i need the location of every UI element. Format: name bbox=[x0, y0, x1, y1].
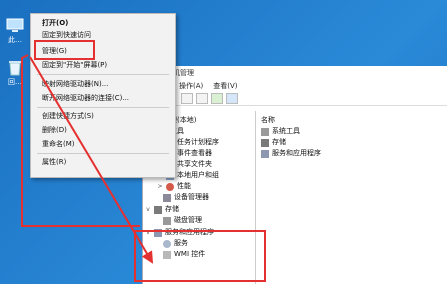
menu-item-map-drive[interactable]: 映射网络驱动器(N)... bbox=[42, 79, 108, 90]
tools-icon bbox=[261, 127, 269, 136]
tree-item-performance[interactable]: > 性能 bbox=[157, 181, 191, 192]
tree-item-device-manager[interactable]: 设备管理器 bbox=[163, 192, 209, 203]
collapse-icon[interactable]: v bbox=[145, 204, 151, 215]
services-apps-icon bbox=[261, 149, 269, 158]
forward-icon[interactable] bbox=[196, 93, 208, 104]
highlight-manage bbox=[34, 40, 95, 60]
tree-item-label: 磁盘管理 bbox=[174, 216, 202, 224]
storage-icon bbox=[261, 138, 269, 147]
storage-icon bbox=[154, 205, 162, 214]
menu-item-create-shortcut[interactable]: 创建快捷方式(S) bbox=[42, 111, 94, 122]
tree-item-label: 存储 bbox=[165, 205, 179, 213]
menu-item-rename[interactable]: 重命名(M) bbox=[42, 139, 75, 150]
tree-item-storage[interactable]: v 存储 bbox=[145, 204, 179, 215]
tree-item-label: 事件查看器 bbox=[177, 149, 212, 157]
details-pane: 名称 系统工具 存储 服务和应用程序 bbox=[257, 111, 447, 284]
menu-bar: 操作(A) 查看(V) bbox=[143, 80, 447, 92]
menu-separator bbox=[37, 74, 169, 75]
list-item-label: 存储 bbox=[272, 138, 286, 146]
list-item-label: 服务和应用程序 bbox=[272, 149, 321, 157]
expand-icon[interactable]: > bbox=[157, 181, 163, 192]
desktop-icon-label: 此… bbox=[8, 36, 22, 44]
menu-view[interactable]: 查看(V) bbox=[213, 80, 237, 92]
desktop-icon-recycle-bin[interactable]: 回… bbox=[3, 60, 27, 87]
computer-icon bbox=[6, 18, 24, 34]
export-icon[interactable] bbox=[211, 93, 223, 104]
toolbar bbox=[143, 92, 447, 106]
menu-separator bbox=[37, 153, 169, 154]
recycle-bin-icon bbox=[6, 60, 24, 76]
tree-item-label: 性能 bbox=[177, 182, 191, 190]
context-menu: 打开(O) 固定到快速访问 管理(G) 固定到"开始"屏幕(P) 映射网络驱动器… bbox=[30, 13, 176, 178]
desktop-icon-label: 回… bbox=[8, 78, 22, 86]
list-item[interactable]: 服务和应用程序 bbox=[261, 148, 321, 159]
tree-item-label: 共享文件夹 bbox=[177, 160, 212, 168]
device-manager-icon bbox=[163, 193, 171, 202]
tree-item-label: 设备管理器 bbox=[174, 193, 209, 201]
desktop-icon-this-pc[interactable]: 此… bbox=[3, 18, 27, 45]
tree-item-label: 本地用户和组 bbox=[177, 171, 219, 179]
properties-icon[interactable] bbox=[226, 93, 238, 104]
highlight-services-apps bbox=[134, 230, 266, 282]
back-icon[interactable] bbox=[181, 93, 193, 104]
list-item[interactable]: 系统工具 bbox=[261, 126, 300, 137]
tree-item-label: 任务计划程序 bbox=[177, 138, 219, 146]
menu-item-disconnect-drive[interactable]: 断开网络驱动器的连接(C)... bbox=[42, 93, 129, 104]
menu-item-delete[interactable]: 删除(D) bbox=[42, 125, 67, 136]
list-item-label: 系统工具 bbox=[272, 127, 300, 135]
menu-item-pin-start[interactable]: 固定到"开始"屏幕(P) bbox=[42, 60, 107, 71]
window-title: 机管理 bbox=[143, 66, 447, 80]
menu-item-open[interactable]: 打开(O) bbox=[42, 18, 68, 29]
menu-separator bbox=[37, 107, 169, 108]
menu-action[interactable]: 操作(A) bbox=[179, 80, 203, 92]
menu-item-properties[interactable]: 属性(R) bbox=[42, 157, 66, 168]
column-header-name[interactable]: 名称 bbox=[261, 115, 275, 125]
performance-icon bbox=[166, 182, 174, 191]
list-item[interactable]: 存储 bbox=[261, 137, 286, 148]
disk-icon bbox=[163, 216, 171, 225]
tree-item-disk-management[interactable]: 磁盘管理 bbox=[163, 215, 202, 226]
